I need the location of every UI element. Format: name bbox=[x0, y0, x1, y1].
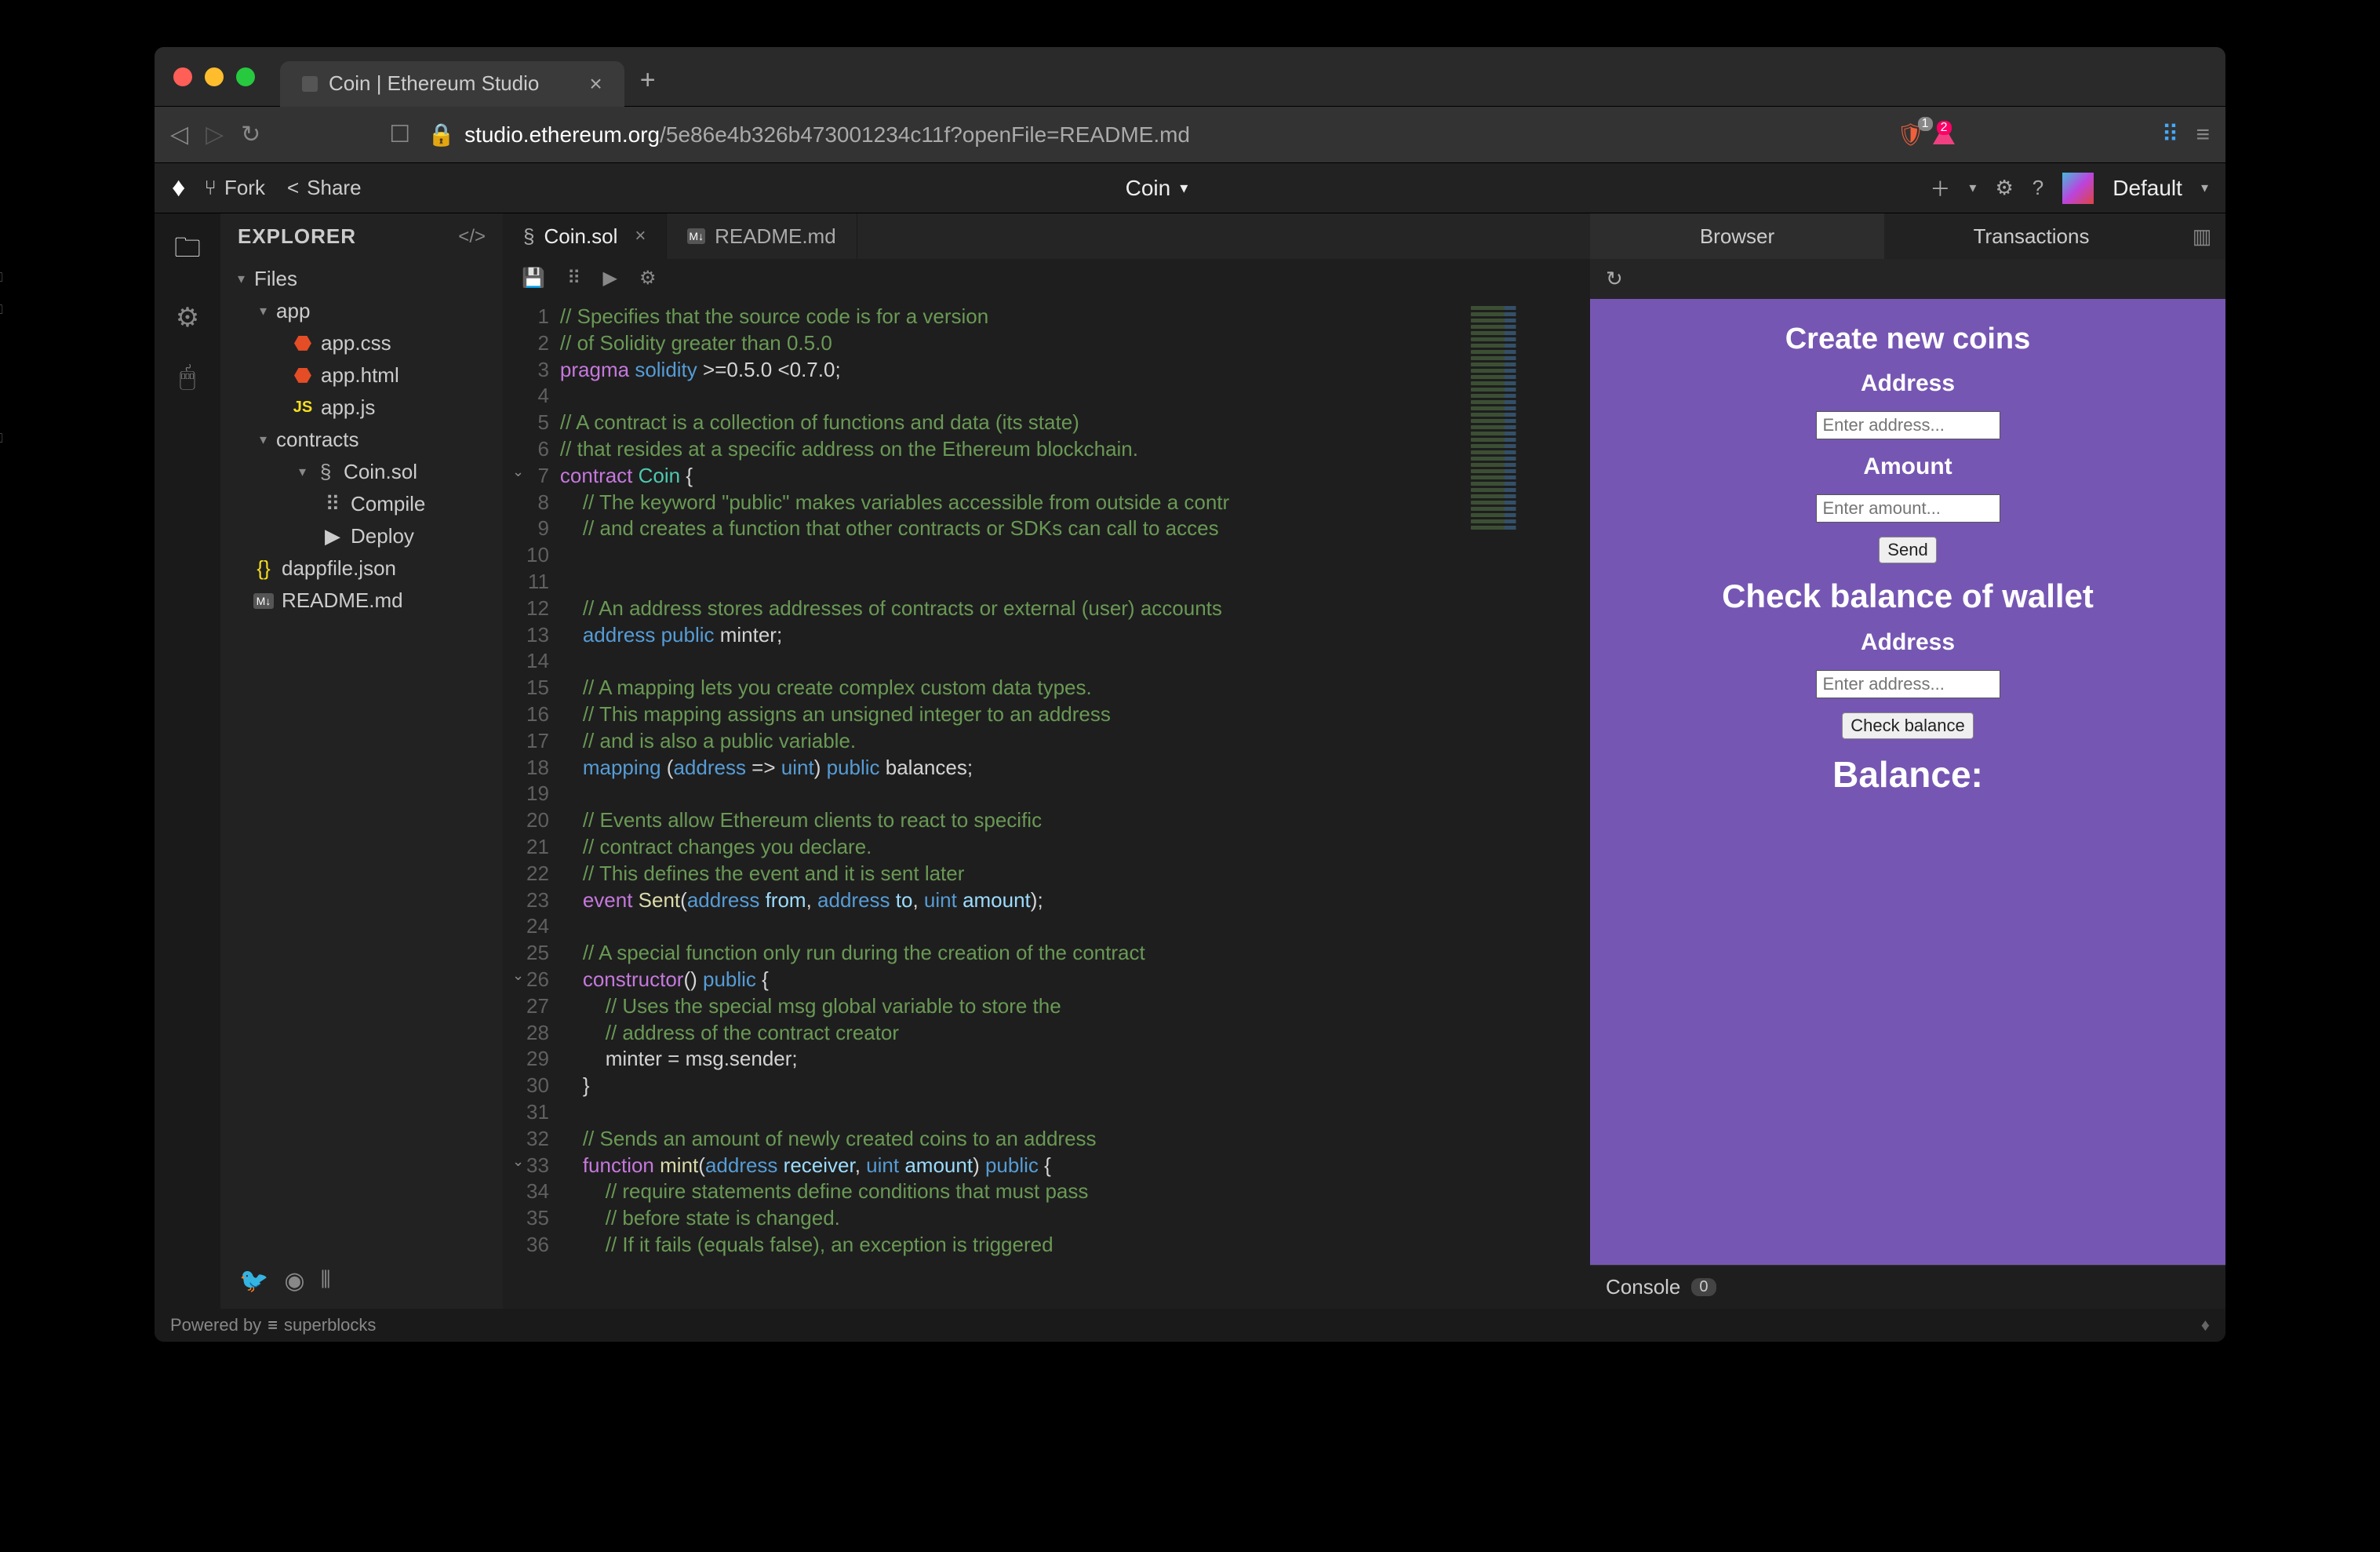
traffic-min[interactable] bbox=[205, 67, 224, 86]
editor-tab-coin[interactable]: §Coin.sol× bbox=[503, 213, 667, 259]
fork-icon: ⑂ bbox=[204, 176, 217, 200]
code-area[interactable]: 1234567⌄89101112131415161718192021222324… bbox=[503, 297, 1590, 1309]
url-domain: studio.ethereum.org bbox=[464, 122, 660, 147]
tab-close-icon[interactable]: × bbox=[589, 71, 602, 97]
explorer-panel: EXPLORER </> ▾🗀Files ▾🗀app ⬣app.css ⬣app… bbox=[220, 213, 503, 1309]
network-dropdown-icon[interactable]: ▾ bbox=[2201, 180, 2208, 196]
powered-by-label: Powered by bbox=[170, 1315, 261, 1335]
minimap[interactable] bbox=[1465, 297, 1590, 1309]
tree-root-files[interactable]: ▾🗀Files bbox=[220, 263, 503, 295]
twitter-icon[interactable]: 🐦 bbox=[239, 1267, 268, 1295]
help-icon[interactable]: ? bbox=[2032, 176, 2043, 200]
preview-panel: Browser Transactions ▥ ↻ Create new coin… bbox=[1590, 213, 2225, 1309]
preview-tab-transactions[interactable]: Transactions bbox=[1884, 213, 2178, 259]
file-tree: ▾🗀Files ▾🗀app ⬣app.css ⬣app.html JSapp.j… bbox=[220, 260, 503, 1253]
chevron-down-icon: ▾ bbox=[1180, 178, 1188, 198]
avatar[interactable] bbox=[2062, 173, 2094, 204]
fork-button[interactable]: ⑂Fork bbox=[204, 176, 265, 200]
preview-reload-icon[interactable]: ↻ bbox=[1606, 267, 1623, 290]
settings-rail-icon[interactable]: ⚙ bbox=[176, 302, 199, 333]
md-file-icon: M↓ bbox=[687, 228, 705, 244]
split-layout-icon[interactable]: ▥ bbox=[2178, 213, 2225, 259]
url-path: /5e86e4b326b473001234c11f?openFile=READM… bbox=[660, 122, 1190, 147]
run-icon[interactable]: ▶ bbox=[602, 267, 617, 290]
dapp-label-amount: Amount bbox=[1863, 454, 1952, 480]
sol-file-icon: § bbox=[523, 224, 534, 249]
console-bar[interactable]: Console 0 bbox=[1590, 1265, 2225, 1309]
traffic-close[interactable] bbox=[173, 67, 192, 86]
nav-back-icon[interactable]: ◁ bbox=[170, 121, 188, 148]
tree-file-dappfile[interactable]: {}dappfile.json bbox=[220, 552, 503, 585]
traffic-max[interactable] bbox=[236, 67, 255, 86]
rewards-badge: 2 bbox=[1937, 121, 1952, 135]
dapp-label-address-2: Address bbox=[1861, 629, 1955, 656]
tree-file-app-js[interactable]: JSapp.js bbox=[220, 392, 503, 424]
nav-forward-icon: ▷ bbox=[206, 121, 224, 148]
project-selector[interactable]: Coin▾ bbox=[1126, 176, 1188, 201]
close-tab-icon[interactable]: × bbox=[635, 225, 646, 247]
share-button[interactable]: <Share bbox=[287, 176, 362, 200]
tab-title: Coin | Ethereum Studio bbox=[329, 71, 539, 96]
dapp-heading-check: Check balance of wallet bbox=[1722, 577, 2094, 615]
tree-folder-app[interactable]: ▾🗀app bbox=[220, 295, 503, 327]
console-label: Console bbox=[1606, 1275, 1680, 1299]
tree-action-deploy[interactable]: ▶Deploy bbox=[220, 520, 503, 552]
editor-tab-readme[interactable]: M↓README.md bbox=[667, 213, 857, 259]
dapp-balance-heading: Balance: bbox=[1832, 753, 1983, 796]
ethereum-logo-icon[interactable]: ♦ bbox=[172, 173, 185, 203]
github-icon[interactable]: ◉ bbox=[284, 1267, 304, 1295]
tree-folder-contracts[interactable]: ▾🗀contracts bbox=[220, 424, 503, 456]
mint-address-input[interactable] bbox=[1816, 411, 2000, 439]
url-bar: ◁ ▷ ↻ ☐ 🔒 studio.ethereum.org/5e86e4b326… bbox=[155, 107, 2225, 163]
browser-tab[interactable]: Coin | Ethereum Studio × bbox=[280, 61, 624, 107]
new-tab-button[interactable]: + bbox=[640, 65, 656, 96]
brave-rewards-icon[interactable]: 2 bbox=[1933, 126, 1955, 144]
dapp-heading-create: Create new coins bbox=[1785, 322, 2031, 356]
send-button[interactable]: Send bbox=[1879, 537, 1936, 563]
telegram-icon[interactable]: ⦀ bbox=[321, 1267, 331, 1295]
check-balance-button[interactable]: Check balance bbox=[1842, 712, 1974, 739]
explorer-icon[interactable]: 🗀 bbox=[174, 229, 201, 274]
extensions-icon[interactable]: ⠿ bbox=[2162, 121, 2179, 148]
preview-tab-browser[interactable]: Browser bbox=[1590, 213, 1884, 259]
address-field[interactable]: 🔒 studio.ethereum.org/5e86e4b326b4730012… bbox=[428, 122, 1880, 148]
activity-bar: 🗀 ⚙ 🖱 bbox=[155, 213, 220, 1309]
shield-badge: 1 bbox=[1918, 117, 1933, 131]
interact-icon[interactable]: 🖱 bbox=[180, 362, 195, 392]
app-toolbar: ♦ ⑂Fork <Share Coin▾ ＋ ▾ ⚙ ? Default ▾ bbox=[155, 163, 2225, 213]
code-toggle-icon[interactable]: </> bbox=[458, 226, 486, 248]
compile-icon[interactable]: ⠿ bbox=[567, 267, 581, 290]
titlebar: Coin | Ethereum Studio × + bbox=[155, 47, 2225, 107]
tree-file-app-html[interactable]: ⬣app.html bbox=[220, 359, 503, 392]
tree-file-readme[interactable]: M↓README.md bbox=[220, 585, 503, 617]
tree-action-compile[interactable]: ⠿Compile bbox=[220, 488, 503, 520]
console-count: 0 bbox=[1691, 1278, 1716, 1296]
share-icon: < bbox=[287, 176, 299, 200]
explorer-title: EXPLORER bbox=[238, 224, 356, 249]
save-icon[interactable]: 💾 bbox=[522, 267, 545, 290]
gear-icon[interactable]: ⚙ bbox=[1995, 176, 2013, 200]
config-icon[interactable]: ⚙ bbox=[639, 267, 657, 290]
eth-status-icon: ♦ bbox=[2201, 1315, 2210, 1335]
new-button[interactable]: ＋ bbox=[1930, 173, 1950, 202]
nav-reload-icon[interactable]: ↻ bbox=[241, 121, 260, 148]
brave-shield-icon[interactable]: 🛡1 bbox=[1897, 122, 1925, 148]
network-label: Default bbox=[2113, 176, 2182, 201]
balance-address-input[interactable] bbox=[1816, 670, 2000, 698]
menu-icon[interactable]: ≡ bbox=[2196, 122, 2210, 148]
tree-file-coin-sol[interactable]: ▾§Coin.sol bbox=[220, 456, 503, 488]
dapp-label-address: Address bbox=[1861, 370, 1955, 397]
mint-amount-input[interactable] bbox=[1816, 494, 2000, 523]
new-dropdown-icon[interactable]: ▾ bbox=[1969, 180, 1976, 196]
lock-icon: 🔒 bbox=[428, 122, 455, 148]
superblocks-brand[interactable]: superblocks bbox=[284, 1315, 376, 1335]
dapp-frame: Create new coins Address Amount Send Che… bbox=[1590, 299, 2225, 1265]
status-bar: Powered by ≡ superblocks ♦ bbox=[155, 1309, 2225, 1342]
bookmark-icon[interactable]: ☐ bbox=[389, 121, 410, 148]
editor-panel: §Coin.sol× M↓README.md 💾 ⠿ ▶ ⚙ 1234567⌄8… bbox=[503, 213, 1590, 1309]
favicon bbox=[302, 76, 318, 92]
tree-file-app-css[interactable]: ⬣app.css bbox=[220, 327, 503, 359]
